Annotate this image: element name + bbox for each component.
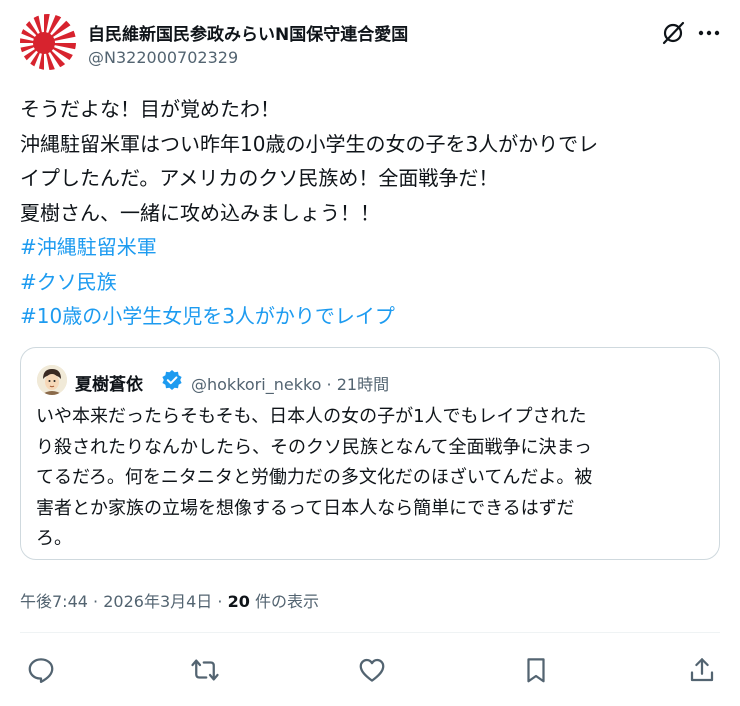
author-name[interactable]: 自民維新国民参政みらいN国保守連合愛国 (88, 20, 408, 45)
quoted-tweet-time: 21時間 (336, 375, 390, 394)
more-options-icon[interactable] (696, 20, 722, 46)
quoted-line: ろ。 (36, 528, 72, 549)
rising-sun-flag-avatar (20, 14, 76, 70)
quoted-tweet-text: いや本来だったらそもそも、日本人の女の子が1人でもレイプされた り殺されたりなん… (36, 402, 708, 555)
character-avatar-icon (37, 365, 67, 395)
author-avatar[interactable] (20, 14, 76, 70)
retweet-icon[interactable] (190, 655, 220, 685)
tweet-line: 沖縄駐留米軍はつい昨年10歳の小学生の女の子を3人がかりでレ (20, 131, 599, 156)
tweet-line: イプしたんだ。アメリカのクソ民族め！全面戦争だ！ (20, 166, 499, 190)
tweet-line: 夏樹さん、一緒に攻め込みましょう！！ (20, 200, 380, 225)
quoted-line: り殺されたりなんかしたら、そのクソ民族となんて全面戦争に決まっ (36, 436, 592, 458)
tweet-date[interactable]: 2026年3月4日 (103, 592, 212, 611)
views-label: 件の表示 (254, 592, 319, 611)
meta-separator: · (93, 592, 99, 611)
quoted-tweet[interactable]: 夏樹蒼依 @hokkori_nekko · 21時間 いや本来だったらそもそも、… (20, 347, 720, 560)
quoted-author-name: 夏樹蒼依 (75, 375, 143, 395)
meta-separator: · (217, 592, 223, 611)
author-handle[interactable]: @N322000702329 (88, 48, 238, 67)
reply-icon[interactable] (26, 655, 56, 685)
quoted-author-avatar (37, 365, 67, 395)
tweet-meta: 午後7:44 · 2026年3月4日 · 20 件の表示 (20, 588, 319, 612)
divider (20, 632, 720, 633)
like-icon[interactable] (357, 655, 387, 685)
tweet-text: そうだよな！目が覚めたわ！ 沖縄駐留米軍はつい昨年10歳の小学生の女の子を3人が… (20, 92, 720, 334)
meta-separator: · (326, 375, 332, 394)
quoted-line: 害者とか家族の立場を想像するって日本人なら簡単にできるはずだ (36, 497, 575, 519)
verified-badge-icon (162, 370, 182, 390)
hashtag-link[interactable]: #クソ民族 (20, 265, 720, 300)
tweet-line: そうだよな！目が覚めたわ！ (20, 97, 280, 121)
bookmark-icon[interactable] (521, 655, 551, 685)
quoted-line: てるだろ。何をニタニタと労働力だの多文化だのほざいてんだよ。被 (36, 467, 593, 488)
tweet-time[interactable]: 午後7:44 (20, 592, 88, 611)
views-count: 20 (227, 592, 250, 611)
quoted-tweet-meta: @hokkori_nekko · 21時間 (191, 371, 389, 395)
quoted-line: いや本来だったらそもそも、日本人の女の子が1人でもレイプされた (36, 406, 587, 427)
share-icon[interactable] (687, 655, 717, 685)
hashtag-link[interactable]: #沖縄駐留米軍 (20, 230, 720, 265)
hashtag-link[interactable]: #10歳の小学生女児を3人がかりでレイプ (20, 299, 720, 334)
grok-icon[interactable] (660, 20, 686, 46)
quoted-author-handle: @hokkori_nekko (191, 375, 322, 394)
tweet-header: 自民維新国民参政みらいN国保守連合愛国 @N322000702329 (20, 14, 720, 74)
